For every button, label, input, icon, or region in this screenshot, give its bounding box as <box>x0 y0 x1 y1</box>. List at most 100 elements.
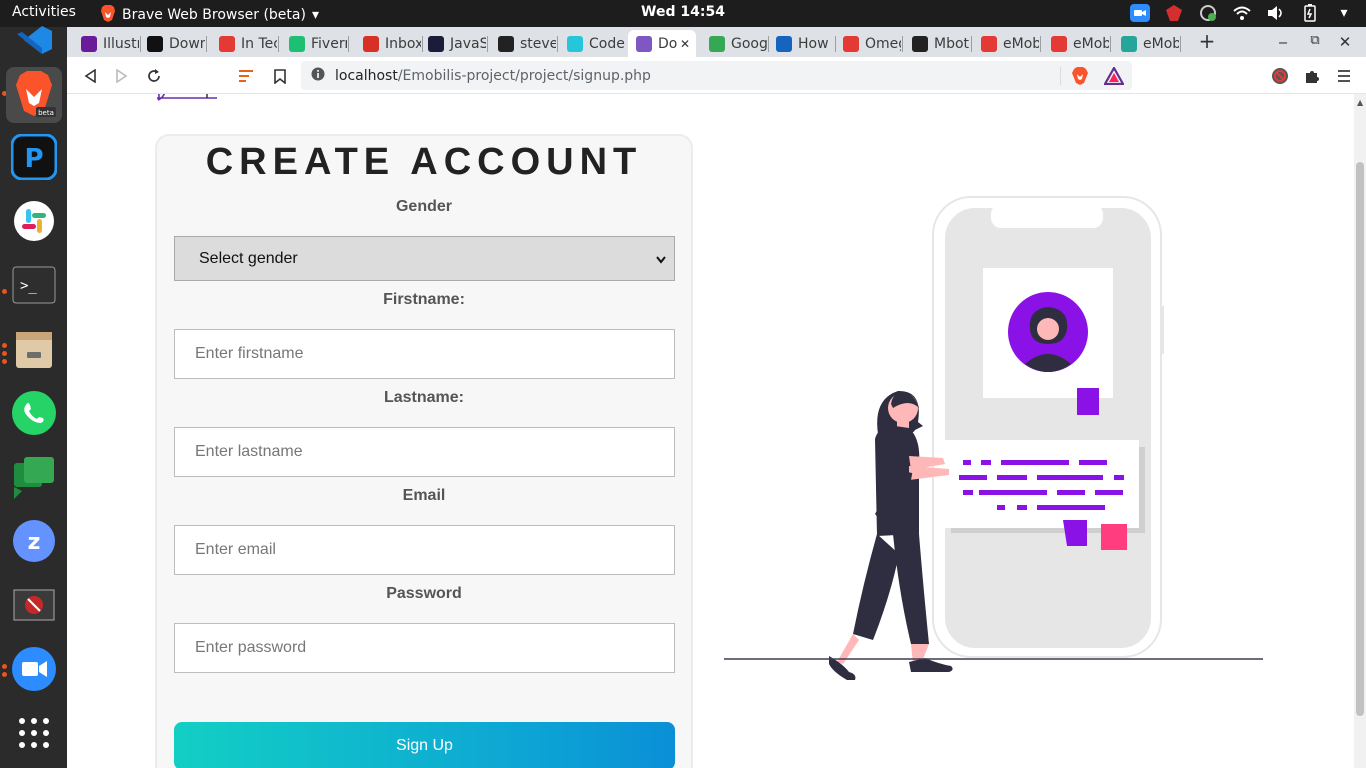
tab-label: Omeg <box>865 35 901 52</box>
tab-7[interactable]: steve <box>490 30 556 57</box>
dock-terminal[interactable]: >_ <box>6 259 62 315</box>
tab-label: eMob <box>1073 35 1109 52</box>
dock-blocked-app[interactable] <box>6 579 62 635</box>
chevron-down-icon[interactable]: ▾ <box>1334 3 1354 23</box>
chat-tray-icon[interactable] <box>1198 3 1218 23</box>
p-app-icon: P <box>10 133 58 184</box>
extensions-puzzle-icon[interactable] <box>1301 65 1323 87</box>
dock-whatsapp[interactable] <box>6 387 62 443</box>
zoom-tray-icon[interactable] <box>1130 3 1150 23</box>
gender-select[interactable]: Select gender <box>174 236 675 281</box>
tab-3[interactable]: In Tec <box>211 30 277 57</box>
tab-label: steve <box>520 35 556 52</box>
tab-favicon-icon <box>428 35 444 52</box>
reload-button[interactable] <box>143 65 165 87</box>
url-path: /Emobilis-project/project/signup.php <box>397 67 651 84</box>
tab-favicon-icon <box>1121 35 1137 52</box>
dock-brave[interactable]: beta <box>6 67 62 123</box>
reader-mode-icon[interactable] <box>235 65 257 87</box>
tab-13[interactable]: Mbot <box>904 30 970 57</box>
brave-shields-icon[interactable] <box>1069 65 1091 87</box>
chevron-down-icon <box>656 251 666 269</box>
tab-2[interactable]: Down <box>139 30 205 57</box>
dock-google-chat[interactable] <box>6 451 62 507</box>
lastname-input[interactable]: Enter lastname <box>174 427 675 477</box>
slack-icon <box>13 200 55 246</box>
email-label: Email <box>402 487 446 504</box>
dock-slack[interactable] <box>6 195 62 251</box>
dock: beta P >_ z <box>0 26 67 768</box>
tab-label: Inbox <box>385 35 421 52</box>
tab-favicon-icon <box>776 35 792 52</box>
svg-text:z: z <box>28 530 41 555</box>
blocked-extension-icon[interactable] <box>1269 65 1291 87</box>
dock-zoom[interactable] <box>6 643 62 699</box>
battery-icon[interactable] <box>1300 3 1320 23</box>
tab-strip: Illustr Down In Tec Fiverr Inbox JavaS steve Co… <box>67 27 1366 57</box>
dock-zulip[interactable]: z <box>6 515 62 571</box>
gender-select-value: Select gender <box>199 249 298 267</box>
info-icon[interactable] <box>311 67 325 85</box>
brave-icon: beta <box>12 69 56 121</box>
whatsapp-icon <box>10 389 58 441</box>
dock-pycharm[interactable]: P <box>6 131 62 187</box>
new-tab-button[interactable]: + <box>1197 29 1217 53</box>
brave-rewards-icon[interactable] <box>1103 65 1125 87</box>
tab-separator <box>557 36 558 52</box>
system-tray: ▾ <box>1130 3 1354 23</box>
tab-favicon-icon <box>147 35 163 52</box>
signup-button[interactable]: Sign Up <box>174 722 675 768</box>
restore-button[interactable]: ⧉ <box>1305 33 1325 48</box>
password-input[interactable]: Enter password <box>174 623 675 673</box>
brave-lion-icon <box>100 4 116 26</box>
scroll-up-icon[interactable]: ▲ <box>1357 98 1363 107</box>
tab-favicon-icon <box>843 35 859 52</box>
signup-illustration <box>723 194 1268 768</box>
tab-15[interactable]: eMob <box>1043 30 1109 57</box>
system-top-bar: Activities Brave Web Browser (beta) ▾ We… <box>0 0 1366 27</box>
dock-vscode[interactable] <box>6 13 62 69</box>
tab-label: In Tec <box>241 35 277 52</box>
close-window-button[interactable]: ✕ <box>1335 33 1355 51</box>
tab-1[interactable]: Illustr <box>73 30 139 57</box>
tab-separator <box>487 36 488 52</box>
tab-10[interactable]: Goog <box>701 30 767 57</box>
tab-favicon-icon <box>636 35 652 52</box>
vscode-icon <box>14 24 54 58</box>
address-bar[interactable]: localhost/Emobilis-project/project/signu… <box>301 61 1132 90</box>
chevron-down-icon: ▾ <box>311 7 319 23</box>
bookmark-icon[interactable] <box>269 65 291 87</box>
page-viewport: CREATE ACCOUNT Gender Select gender Firs… <box>67 94 1354 768</box>
tab-6[interactable]: JavaS <box>420 30 486 57</box>
forward-button[interactable] <box>111 65 133 87</box>
tab-separator <box>206 36 207 52</box>
firstname-label: Firstname: <box>383 291 465 308</box>
tab-16[interactable]: eMob <box>1113 30 1179 57</box>
file-cabinet-icon <box>13 328 55 374</box>
tab-14[interactable]: eMob <box>973 30 1039 57</box>
app-tray-icon[interactable] <box>1164 3 1184 23</box>
tab-4[interactable]: Fiverr <box>281 30 347 57</box>
tab-favicon-icon <box>498 35 514 52</box>
dock-files[interactable] <box>6 323 62 379</box>
tab-5[interactable]: Inbox <box>355 30 421 57</box>
tab-label: Code <box>589 35 625 52</box>
volume-icon[interactable] <box>1266 3 1286 23</box>
email-input[interactable]: Enter email <box>174 525 675 575</box>
page-scrollbar[interactable]: ▲ <box>1354 94 1366 768</box>
tab-label: Down <box>169 35 205 52</box>
close-tab-icon[interactable]: ✕ <box>680 37 690 51</box>
minimize-button[interactable]: ‒ <box>1273 33 1293 51</box>
wifi-icon[interactable] <box>1232 3 1252 23</box>
tab-9[interactable]: Do ✕ <box>628 30 696 57</box>
tab-12[interactable]: Omeg <box>835 30 901 57</box>
scrollbar-thumb[interactable] <box>1356 162 1364 716</box>
menu-icon[interactable] <box>1333 65 1355 87</box>
back-button[interactable] <box>79 65 101 87</box>
dock-show-apps[interactable] <box>6 707 62 763</box>
firstname-input[interactable]: Enter firstname <box>174 329 675 379</box>
tab-8[interactable]: Code <box>559 30 625 57</box>
tab-11[interactable]: How <box>768 30 834 57</box>
app-menu[interactable]: Brave Web Browser (beta) ▾ <box>100 4 319 26</box>
signup-card: CREATE ACCOUNT Gender Select gender Firs… <box>155 134 693 768</box>
